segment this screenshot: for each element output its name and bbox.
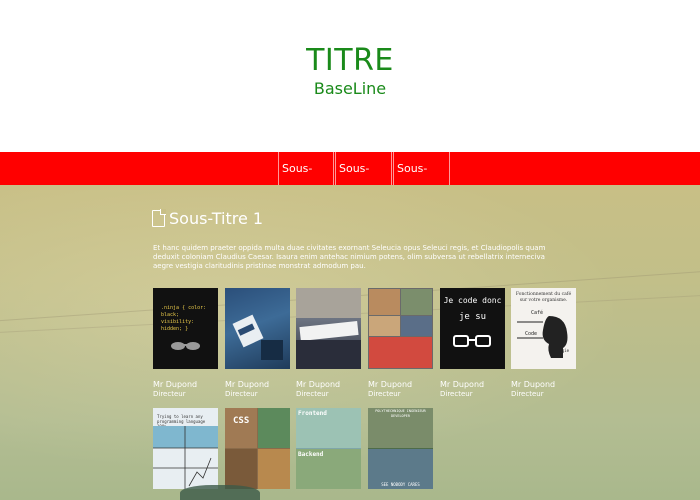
code-sunglasses-image: .ninja { color: black; visibility: hidde… — [153, 288, 218, 369]
coffee-cup-image — [225, 288, 290, 369]
site-baseline: BaseLine — [313, 79, 387, 98]
tree-decoration — [180, 485, 260, 500]
css-meme-image: CSS — [225, 408, 290, 489]
card-role: Directeur — [296, 390, 329, 398]
code-file-icon — [152, 209, 166, 227]
programming-comic-image: Trying to learn any programming language… — [153, 408, 218, 489]
coffee-diagram-image: Fonctionnement du café sur votre organis… — [511, 288, 576, 369]
nav-items: Sous-Titre1 Sous-Titre2 Sous-Titre3 — [278, 152, 451, 208]
card-name: Mr Dupond — [511, 380, 556, 389]
card-name: Mr Dupond — [153, 380, 198, 389]
card-role: Directeur — [368, 390, 401, 398]
developer-photos-image: POLYTHECHNIQUE INGENIEUR DEVELOPER SEE N… — [368, 408, 433, 489]
section-paragraph: Et hanc quidem praeter oppida multa duae… — [153, 244, 546, 270]
frontend-backend-image: Frontend Backend — [296, 408, 361, 489]
site-header: TITRE BaseLine — [0, 0, 700, 152]
office-collage-image — [368, 288, 433, 369]
card-role: Directeur — [440, 390, 473, 398]
section-title: Sous-Titre 1 — [169, 209, 264, 228]
nav-item-sous-titre3[interactable]: Sous-Titre3 — [393, 152, 450, 208]
card-role: Directeur — [153, 390, 186, 398]
nav-item-sous-titre2[interactable]: Sous-Titre2 — [335, 152, 392, 208]
protest-banner-image — [296, 288, 361, 369]
sunglasses-icon — [171, 342, 200, 350]
card-name: Mr Dupond — [225, 380, 270, 389]
card-role: Directeur — [511, 390, 544, 398]
card-role: Directeur — [225, 390, 258, 398]
card-name: Mr Dupond — [440, 380, 485, 389]
site-title: TITRE — [306, 43, 394, 78]
content-section: Sous-Titre 1 Et hanc quidem praeter oppi… — [0, 185, 700, 500]
nav-item-sous-titre1[interactable]: Sous-Titre1 — [278, 152, 334, 208]
head-profile-icon — [517, 316, 568, 358]
main-nav: Sous-Titre1 Sous-Titre2 Sous-Titre3 — [0, 152, 700, 208]
card-name: Mr Dupond — [296, 380, 341, 389]
je-code-donc-je-su-image: Je code donc je su — [440, 288, 505, 369]
card-name: Mr Dupond — [368, 380, 413, 389]
glasses-icon — [453, 335, 491, 347]
